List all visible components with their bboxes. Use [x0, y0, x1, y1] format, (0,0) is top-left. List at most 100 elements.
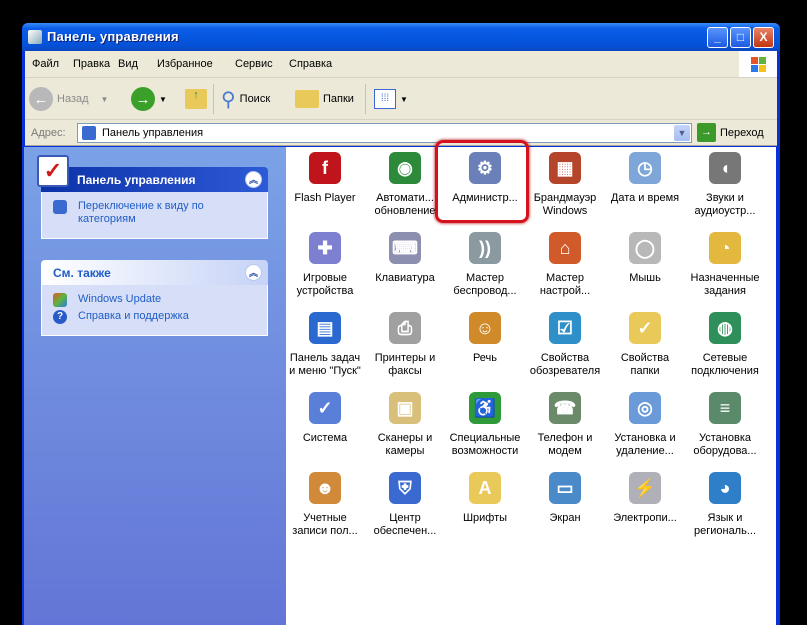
menu-edit[interactable]: Правка: [73, 58, 110, 70]
control-panel-item[interactable]: ◯ Мышь: [605, 229, 685, 309]
maximize-button[interactable]: □: [730, 27, 751, 48]
search-icon: ⚲: [221, 88, 236, 111]
collapse-chevron-icon[interactable]: ︽: [245, 171, 262, 188]
menu-help[interactable]: Справка: [289, 58, 332, 70]
power-options-icon: ⚡: [629, 472, 661, 504]
control-panel-task-box: ✓ Панель управления ︽ Переключение к вид…: [37, 155, 268, 239]
control-panel-item[interactable]: ⎙ Принтеры и факсы: [365, 309, 445, 389]
control-panel-item[interactable]: ☻ Учетные записи пол...: [285, 469, 365, 549]
control-panel-item[interactable]: )) Мастер беспровод...: [445, 229, 525, 309]
toolbar-separator: [365, 84, 366, 114]
security-center-icon: ⛨: [389, 472, 421, 504]
address-dropdown-icon[interactable]: ▼: [674, 125, 690, 141]
address-value: Панель управления: [102, 127, 204, 139]
switch-view-icon: [53, 200, 67, 214]
folder-options-icon: ✓: [629, 312, 661, 344]
folders-icon: [295, 90, 319, 108]
phone-modem-icon: ☎: [549, 392, 581, 424]
collapse-chevron-icon[interactable]: ︽: [245, 264, 262, 281]
see-also-header[interactable]: См. также ︽: [41, 260, 268, 285]
switch-category-view-link[interactable]: Переключение к виду по категориям: [53, 200, 259, 226]
control-panel-item[interactable]: ◷ Дата и время: [605, 149, 685, 229]
scanner-icon: ▣: [389, 392, 421, 424]
go-button[interactable]: → Переход: [697, 123, 764, 142]
item-label: Мастер настрой...: [539, 272, 591, 297]
minimize-button[interactable]: _: [707, 27, 728, 48]
windows-update-icon: [53, 293, 67, 307]
control-panel-item[interactable]: ◕ Язык и региональ...: [685, 469, 765, 549]
item-label: Речь: [472, 352, 498, 364]
go-label: Переход: [720, 126, 764, 139]
views-dropdown-icon: ▼: [400, 94, 408, 104]
control-panel-item[interactable]: ◍ Сетевые подключения: [685, 309, 765, 389]
see-also-box: См. также ︽ Windows Update ? Справка и п…: [41, 260, 268, 336]
folders-button[interactable]: Папки: [295, 85, 354, 113]
control-panel-icon: [82, 126, 96, 140]
back-button[interactable]: ← Назад ▼: [29, 85, 108, 113]
windows-update-label: Windows Update: [78, 293, 162, 305]
menu-favorites[interactable]: Избранное: [157, 58, 213, 70]
search-button[interactable]: ⚲ Поиск: [221, 85, 270, 113]
control-panel-item[interactable]: ▦ Брандмауэр Windows: [525, 149, 605, 229]
see-also-body: Windows Update ? Справка и поддержка: [41, 285, 268, 336]
control-panel-item[interactable]: ≡ Установка оборудова...: [685, 389, 765, 469]
control-panel-item[interactable]: ◖ Звуки и аудиоустр...: [685, 149, 765, 229]
firewall-icon: ▦: [549, 152, 581, 184]
control-panel-item[interactable]: ✓ Свойства папки: [605, 309, 685, 389]
control-panel-item[interactable]: ☎ Телефон и модем: [525, 389, 605, 469]
item-label: Брандмауэр Windows: [533, 192, 597, 217]
switch-view-label: Переключение к виду по категориям: [78, 200, 204, 225]
close-button[interactable]: X: [753, 27, 774, 48]
item-label: Экран: [549, 512, 581, 524]
control-panel-item[interactable]: ▤ Панель задач и меню "Пуск": [285, 309, 365, 389]
control-panel-item[interactable]: ☺ Речь: [445, 309, 525, 389]
item-label: Назначенные задания: [690, 272, 760, 297]
up-folder-button[interactable]: ↑: [185, 85, 207, 113]
item-label: Учетные записи пол...: [292, 512, 358, 537]
control-panel-item[interactable]: ⌨ Клавиатура: [365, 229, 445, 309]
address-input[interactable]: Панель управления ▼: [77, 123, 692, 143]
control-panel-item[interactable]: ☑ Свойства обозревателя: [525, 309, 605, 389]
task-box-header[interactable]: ✓ Панель управления ︽: [37, 155, 268, 192]
control-panel-item[interactable]: ◎ Установка и удаление...: [605, 389, 685, 469]
control-panel-item[interactable]: ◔ Назначенные задания: [685, 229, 765, 309]
item-label: Игровые устройства: [296, 272, 354, 297]
control-panel-window: Панель управления _ □ X Файл Правка Вид …: [22, 23, 780, 625]
item-label: Сканеры и камеры: [377, 432, 433, 457]
control-panel-item[interactable]: ⌂ Мастер настрой...: [525, 229, 605, 309]
add-remove-programs-icon: ◎: [629, 392, 661, 424]
menu-tools[interactable]: Сервис: [235, 58, 273, 70]
automatic-updates-icon: ◉: [389, 152, 421, 184]
control-panel-item[interactable]: ✚ Игровые устройства: [285, 229, 365, 309]
windows-update-link[interactable]: Windows Update: [53, 293, 259, 307]
item-label: Установка и удаление...: [614, 432, 676, 457]
control-panel-item[interactable]: f Flash Player: [285, 149, 365, 229]
menu-file[interactable]: Файл: [32, 58, 59, 70]
menu-view[interactable]: Вид: [118, 58, 138, 70]
network-wizard-icon: ⌂: [549, 232, 581, 264]
item-label: Дата и время: [610, 192, 680, 204]
views-button[interactable]: ⁞⁞⁞ ▼: [374, 85, 408, 113]
menu-bar: Файл Правка Вид Избранное Сервис Справка: [25, 51, 777, 78]
control-panel-item[interactable]: ♿ Специальные возможности: [445, 389, 525, 469]
task-box-title: Панель управления: [77, 173, 196, 187]
control-panel-item[interactable]: ◉ Автомати... обновление: [365, 149, 445, 229]
see-also-title: См. также: [53, 266, 111, 280]
item-label: Свойства папки: [620, 352, 670, 377]
forward-button[interactable]: → ▼: [131, 85, 167, 113]
control-panel-item[interactable]: A Шрифты: [445, 469, 525, 549]
printer-icon: ⎙: [389, 312, 421, 344]
scheduled-tasks-icon: ◔: [709, 232, 741, 264]
control-panel-item[interactable]: ▭ Экран: [525, 469, 605, 549]
control-panel-item[interactable]: ⛨ Центр обеспечен...: [365, 469, 445, 549]
help-support-link[interactable]: ? Справка и поддержка: [53, 310, 259, 324]
control-panel-item[interactable]: ⚡ Электропи...: [605, 469, 685, 549]
back-dropdown-icon[interactable]: ▼: [101, 95, 109, 104]
date-time-icon: ◷: [629, 152, 661, 184]
control-panel-item[interactable]: ✓ Система: [285, 389, 365, 469]
mouse-icon: ◯: [629, 232, 661, 264]
title-bar[interactable]: Панель управления _ □ X: [22, 23, 780, 51]
forward-dropdown-icon[interactable]: ▼: [159, 95, 167, 104]
control-panel-item[interactable]: ▣ Сканеры и камеры: [365, 389, 445, 469]
regional-options-icon: ◕: [709, 472, 741, 504]
